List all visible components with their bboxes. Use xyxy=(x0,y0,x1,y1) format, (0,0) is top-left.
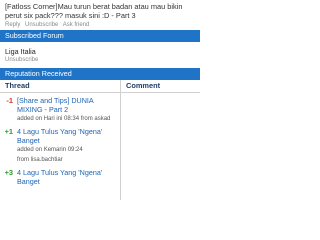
reputation-thread-link[interactable]: [Share and Tips] DUNIA MIXING - Part 2 xyxy=(17,96,118,114)
unsubscribe-link[interactable]: Unsubscribe xyxy=(25,22,58,28)
notification-thread-title[interactable]: [Fatloss Corner]Mau turun berat badan at… xyxy=(5,2,195,20)
subscribed-forum-item: Liga Italia Unsubscribe xyxy=(0,42,200,68)
reputation-table-body: -1 [Share and Tips] DUNIA MIXING - Part … xyxy=(0,93,200,200)
thread-column-header: Thread xyxy=(0,80,121,92)
reputation-score: -1 xyxy=(6,96,13,105)
reputation-thread-link[interactable]: 4 Lagu Tulus Yang 'Ngena' Banget xyxy=(17,168,118,186)
reputation-row: +3 4 Lagu Tulus Yang 'Ngena' Banget xyxy=(0,165,120,186)
reputation-info: 4 Lagu Tulus Yang 'Ngena' Banget xyxy=(17,168,118,186)
reputation-score: +1 xyxy=(4,127,13,136)
reply-link[interactable]: Reply xyxy=(5,22,20,28)
reputation-thread-link[interactable]: 4 Lagu Tulus Yang 'Ngena' Banget xyxy=(17,127,118,145)
ask-friend-link[interactable]: Ask friend xyxy=(63,22,90,28)
reputation-added-text: added on Kemarin 09:24 xyxy=(17,147,83,153)
reputation-added-text: added on Hari ini 08:34 from askad xyxy=(17,116,111,122)
reputation-info: 4 Lagu Tulus Yang 'Ngena' Banget added o… xyxy=(17,127,118,165)
comment-column-header: Comment xyxy=(126,81,161,90)
thread-notification: [Fatloss Corner]Mau turun berat badan at… xyxy=(0,0,200,30)
reputation-row: -1 [Share and Tips] DUNIA MIXING - Part … xyxy=(0,93,120,124)
reputation-info: [Share and Tips] DUNIA MIXING - Part 2 a… xyxy=(17,96,118,124)
reputation-score: +3 xyxy=(4,168,13,177)
reputation-row: +1 4 Lagu Tulus Yang 'Ngena' Banget adde… xyxy=(0,124,120,165)
reputation-table-header: Thread Comment xyxy=(0,80,200,93)
reputation-received-header: Reputation Received xyxy=(0,68,200,80)
notification-actions: Reply Unsubscribe Ask friend xyxy=(5,21,195,30)
forum-unsubscribe-link[interactable]: Unsubscribe xyxy=(5,56,195,64)
forum-name-link[interactable]: Liga Italia xyxy=(5,47,195,56)
subscribed-forum-header: Subscribed Forum xyxy=(0,30,200,42)
reputation-from-text: from lisa.bachtiar xyxy=(17,157,63,163)
page: [Fatloss Corner]Mau turun berat badan at… xyxy=(0,0,200,200)
